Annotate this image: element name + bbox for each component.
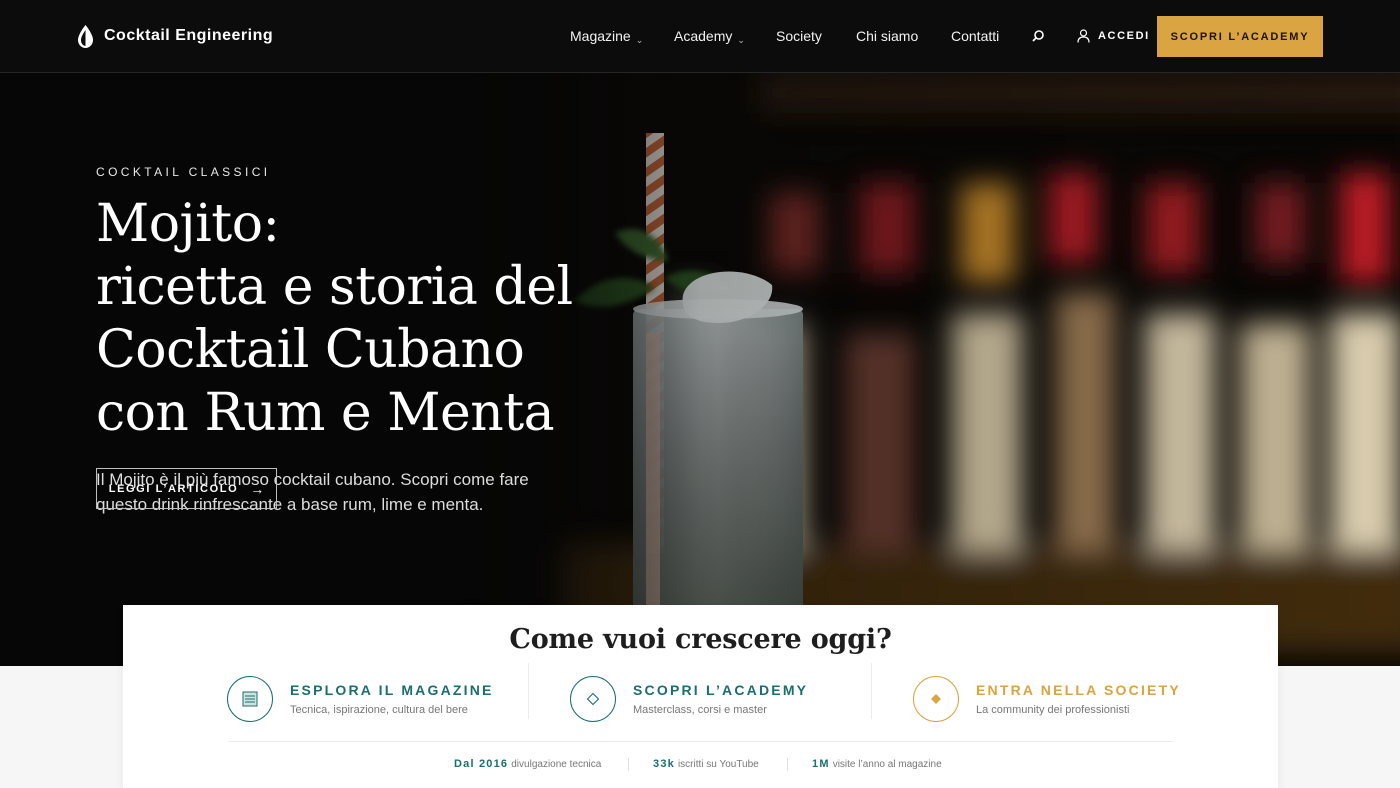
option-label: ENTRA NELLA SOCIETY xyxy=(976,682,1181,698)
stats-bar: Dal 2016 divulgazione tecnica 33k iscritti… xyxy=(123,758,1278,772)
stat-label: divulgazione tecnica xyxy=(511,759,602,770)
stat-label: visite l’anno al magazine xyxy=(832,759,942,770)
brand-logo[interactable]: Cocktail Engineering xyxy=(76,23,273,49)
growth-card: Come vuoi crescere oggi? ESPLORA IL MAGA… xyxy=(123,605,1278,788)
chevron-down-icon: ⌄ xyxy=(737,35,745,45)
drop-logo-icon xyxy=(78,24,93,48)
stat-item: Dal 2016 divulgazione tecnica xyxy=(454,758,601,770)
read-article-button[interactable]: LEGGI L’ARTICOLO → xyxy=(96,468,277,509)
book-icon xyxy=(242,691,258,707)
divider xyxy=(871,663,872,719)
option-subtitle: La community dei professionisti xyxy=(976,704,1130,716)
arrow-right-icon: → xyxy=(250,480,265,497)
option-subtitle: Tecnica, ispirazione, cultura del bere xyxy=(290,704,468,716)
stat-label: iscritti su YouTube xyxy=(677,759,759,770)
option-magazine[interactable]: ESPLORA IL MAGAZINE Tecnica, ispirazione… xyxy=(227,676,494,722)
option-icon-circle xyxy=(227,676,273,722)
nav-item-academy[interactable]: Academy ⌄ xyxy=(674,28,745,45)
login-link[interactable]: ACCEDI xyxy=(1077,29,1150,43)
stat-value: 33k xyxy=(653,758,675,770)
diamond-outline-icon xyxy=(586,692,600,706)
article-category: COCKTAIL CLASSICI xyxy=(96,165,271,179)
hero-title-line: ricetta e storia del xyxy=(96,257,573,317)
read-article-label: LEGGI L’ARTICOLO xyxy=(108,482,239,495)
divider xyxy=(787,758,788,771)
hero-title-line: Cocktail Cubano xyxy=(96,320,525,380)
nav-item-society[interactable]: Society xyxy=(776,28,822,44)
divider xyxy=(628,758,629,771)
option-icon-circle xyxy=(570,676,616,722)
option-society[interactable]: ENTRA NELLA SOCIETY La community dei pro… xyxy=(913,676,1181,722)
nav-item-chi-siamo[interactable]: Chi siamo xyxy=(856,28,918,44)
login-label: ACCEDI xyxy=(1098,30,1150,42)
option-academy[interactable]: SCOPRI L’ACADEMY Masterclass, corsi e ma… xyxy=(570,676,808,722)
discover-academy-button[interactable]: SCOPRI L’ACADEMY xyxy=(1157,16,1323,57)
option-icon-circle xyxy=(913,676,959,722)
stat-value: 1M xyxy=(812,758,830,770)
nav-item-magazine[interactable]: Magazine ⌄ xyxy=(570,28,644,45)
chevron-down-icon: ⌄ xyxy=(635,35,644,45)
nav-item-contatti[interactable]: Contatti xyxy=(951,28,999,44)
hero-title-line: Mojito: xyxy=(96,194,280,254)
user-icon xyxy=(1077,29,1090,43)
stat-item: 33k iscritti su YouTube xyxy=(653,758,759,770)
option-label: SCOPRI L’ACADEMY xyxy=(633,682,809,698)
option-label: ESPLORA IL MAGAZINE xyxy=(290,682,494,698)
hero-section: COCKTAIL CLASSICI Mojito: ricetta e stor… xyxy=(0,73,1400,666)
divider xyxy=(528,663,529,719)
diamond-filled-icon xyxy=(931,694,941,704)
nav-item-label: Academy xyxy=(674,28,733,44)
search-icon[interactable] xyxy=(1031,29,1045,43)
stat-value: Dal 2016 xyxy=(454,758,509,770)
brand-name: Cocktail Engineering xyxy=(104,27,274,44)
divider xyxy=(228,741,1173,742)
hero-title-line: con Rum e Menta xyxy=(96,383,555,443)
stat-item: 1M visite l’anno al magazine xyxy=(812,758,942,770)
hero-title: Mojito: ricetta e storia del Cocktail Cu… xyxy=(96,193,636,445)
option-subtitle: Masterclass, corsi e master xyxy=(633,704,767,716)
growth-title: Come vuoi crescere oggi? xyxy=(509,624,892,655)
top-navbar: Cocktail Engineering Magazine ⌄ Academy ⌄ … xyxy=(0,0,1400,73)
nav-item-label: Magazine xyxy=(570,28,631,44)
